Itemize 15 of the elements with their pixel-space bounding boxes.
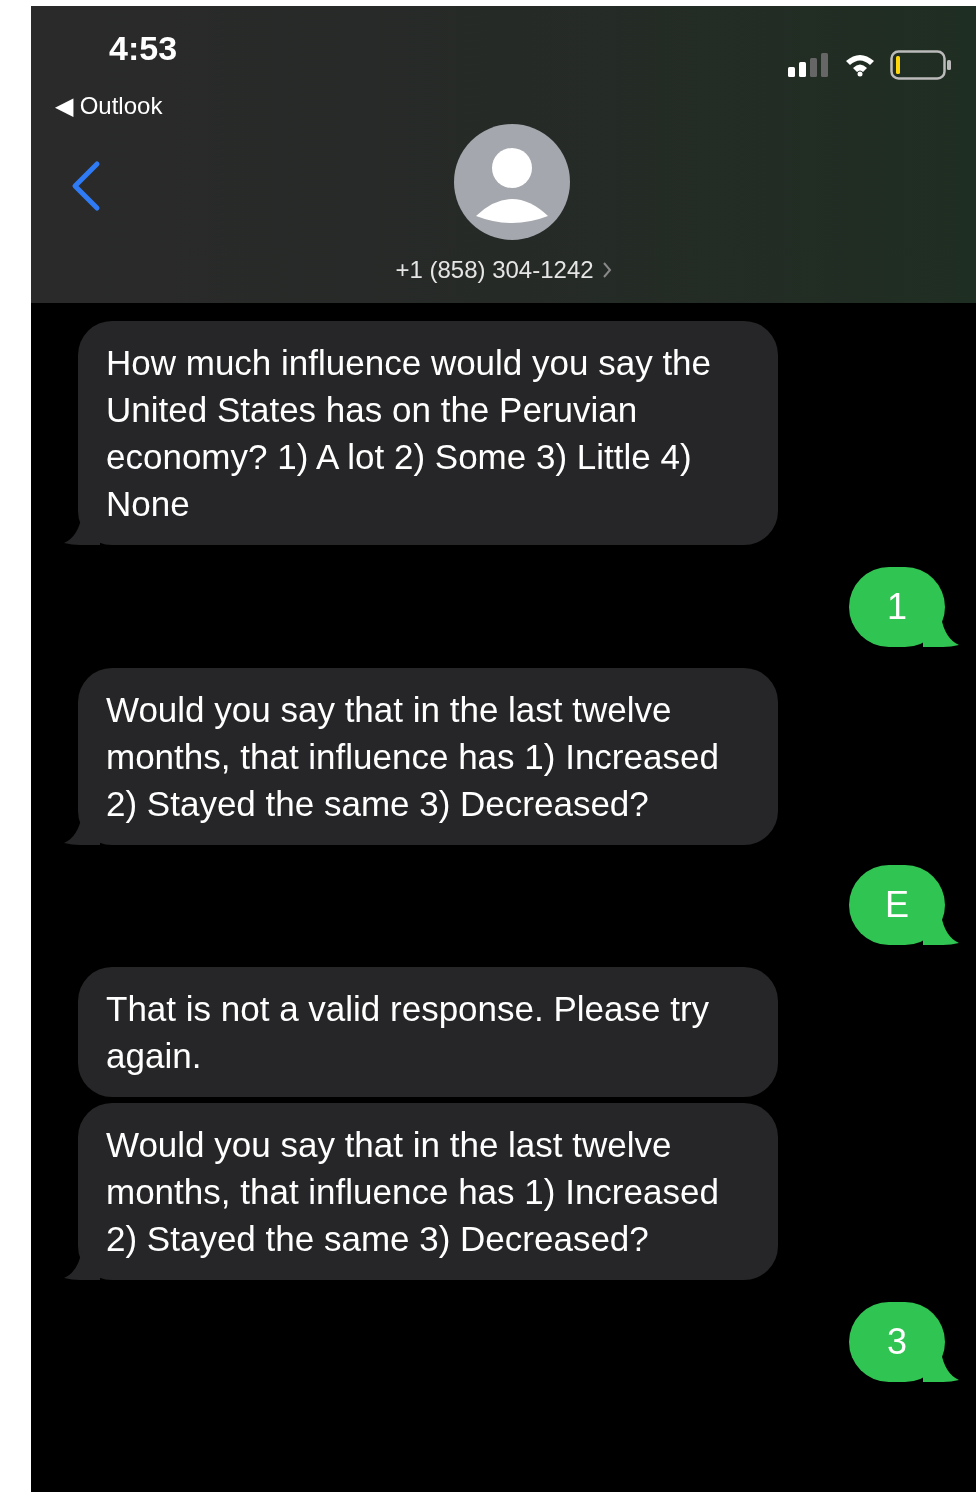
message-bubble: 3 <box>849 1302 945 1382</box>
message-bubble: 1 <box>849 567 945 647</box>
message-bubble: That is not a valid response. Please try again. <box>78 967 778 1097</box>
contact-phone-number[interactable]: +1 (858) 304-1242 <box>395 252 594 288</box>
status-time: 4:53 <box>109 30 178 66</box>
battery-icon <box>890 50 952 80</box>
chevron-right-icon[interactable] <box>601 261 612 279</box>
message-bubble: Would you say that in the last twelve months, that influence has 1) Increased 2) Stayed the same 3) Decreased? <box>78 1103 778 1280</box>
message-bubble: E <box>849 865 945 945</box>
avatar-icon[interactable] <box>454 124 570 240</box>
message-bubble: How much influence would you say the United States has on the Peruvian economy? 1) A lot 2) Some 3) Little 4) None <box>78 321 778 545</box>
wifi-icon <box>844 53 876 77</box>
back-to-app-link[interactable]: ◀ Outlook <box>55 88 163 124</box>
signal-icon <box>788 53 830 77</box>
message-bubble: Would you say that in the last twelve months, that influence has 1) Increased 2) Stayed the same 3) Decreased? <box>78 668 778 845</box>
